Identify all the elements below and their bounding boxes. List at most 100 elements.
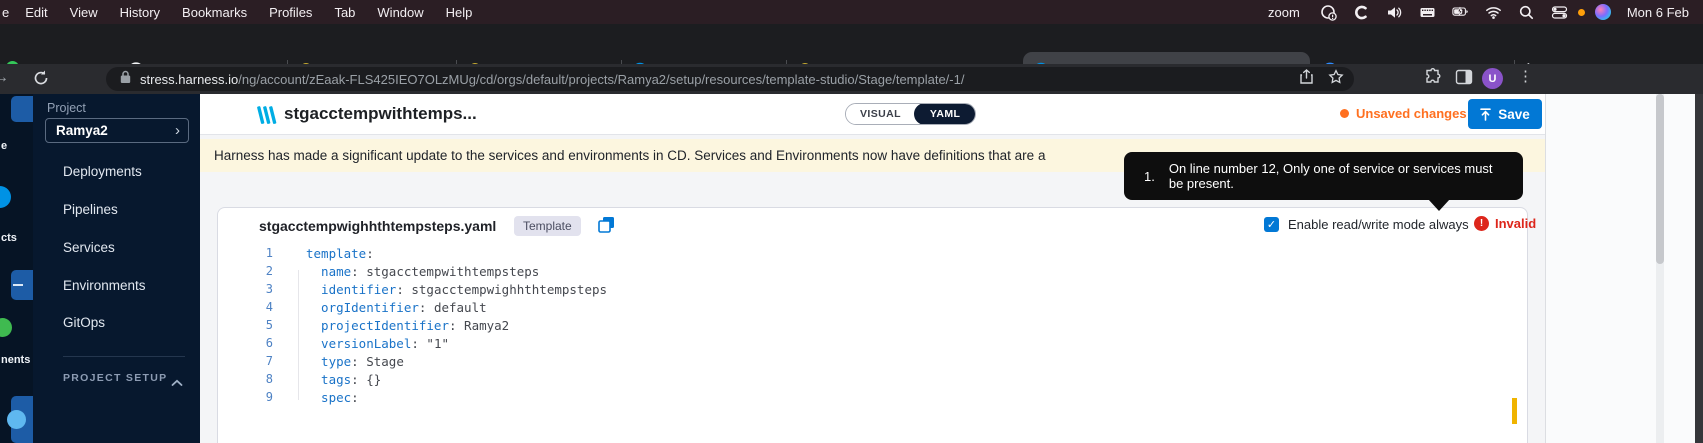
url-domain: stress.harness.io	[140, 72, 238, 87]
project-selector[interactable]: Ramya2 ›	[45, 118, 189, 143]
code-line[interactable]: 6 versionLabel: "1"	[242, 334, 1517, 352]
menubar-clock[interactable]: Mon 6 Feb	[1627, 5, 1689, 20]
template-badge: Template	[514, 216, 581, 236]
readwrite-checkbox[interactable]: ✓	[1264, 217, 1279, 232]
module-tile-selected[interactable]	[11, 270, 33, 300]
yaml-filename: stgacctempwighhthtempsteps.yaml	[259, 218, 496, 234]
bookmark-star-icon[interactable]	[1328, 69, 1344, 90]
yaml-code[interactable]: 1template:2 name: stgacctempwithtempstep…	[242, 244, 1517, 406]
code-line[interactable]: 7 type: Stage	[242, 352, 1517, 370]
macos-menubar: e Edit View History Bookmarks Profiles Tab Wind…	[0, 0, 1703, 24]
sidebar-item-gitops[interactable]: GitOps	[63, 315, 105, 330]
menubar-status-area: zoom Mon 6 Feb	[1268, 0, 1703, 24]
code-text: tags: {}	[306, 372, 381, 387]
tooltip-caret	[1428, 199, 1450, 211]
save-button[interactable]: Save	[1468, 99, 1542, 129]
upload-arrow-icon	[1480, 108, 1491, 121]
background-dark-edge	[1695, 94, 1703, 443]
volume-icon[interactable]	[1386, 4, 1403, 21]
code-line[interactable]: 1template:	[242, 244, 1517, 262]
yaml-editor-card: stgacctempwighhthtempsteps.yaml Template…	[217, 207, 1528, 443]
invalid-label: Invalid	[1495, 216, 1536, 231]
readwrite-label[interactable]: Enable read/write mode always	[1288, 217, 1469, 232]
project-label: Project	[47, 101, 86, 115]
siri-icon[interactable]	[1595, 4, 1611, 20]
lock-icon[interactable]	[120, 70, 131, 89]
project-setup-section[interactable]: PROJECT SETUP	[63, 372, 167, 384]
menubar-item[interactable]: Bookmarks	[182, 5, 247, 20]
menubar-item[interactable]: Edit	[25, 5, 47, 20]
save-label: Save	[1498, 107, 1530, 122]
code-line[interactable]: 9 spec:	[242, 388, 1517, 406]
error-circle-icon: !	[1474, 216, 1489, 231]
extensions-puzzle-icon[interactable]	[1424, 68, 1442, 91]
browser-toolbar: → stress.harness.io/ng/account/zEaak-FLS…	[0, 64, 1703, 94]
forward-arrow-icon[interactable]: →	[0, 69, 9, 87]
overview-ruler-warning	[1512, 398, 1517, 424]
project-name: Ramya2	[56, 123, 175, 138]
invalid-status: ! Invalid	[1474, 216, 1536, 231]
code-line[interactable]: 3 identifier: stgacctempwighhthtempsteps	[242, 280, 1517, 298]
reload-icon[interactable]	[32, 69, 50, 92]
omnibox[interactable]: stress.harness.io/ng/account/zEaak-FLS42…	[106, 67, 1354, 91]
menubar-item[interactable]: Window	[377, 5, 423, 20]
wifi-icon[interactable]	[1485, 4, 1502, 21]
copy-icon[interactable]	[597, 215, 616, 239]
code-line[interactable]: 8 tags: {}	[242, 370, 1517, 388]
recording-indicator-dot	[1578, 9, 1585, 16]
code-text: template:	[306, 246, 374, 261]
keyboard-icon[interactable]	[1419, 4, 1436, 21]
code-line[interactable]: 5 projectIdentifier: Ramya2	[242, 316, 1517, 334]
menubar-item[interactable]: e	[2, 5, 9, 20]
error-index: 1.	[1144, 169, 1155, 184]
sidebar-divider	[63, 356, 185, 357]
project-sidebar: Project Ramya2 › Deployments Pipelines Ser…	[33, 94, 200, 443]
browser-tabstrip: [feat]:[pie-7340]: move co✕CD Daily Stat…	[0, 24, 1703, 64]
module-tile-top[interactable]	[11, 96, 33, 122]
unsaved-changes-indicator: Unsaved changes	[1340, 106, 1467, 121]
share-icon[interactable]	[1299, 69, 1314, 90]
module-label-fragment: e	[1, 140, 7, 152]
cd-module-icon[interactable]	[0, 186, 11, 208]
green-module-icon[interactable]	[0, 318, 12, 337]
spotlight-search-icon[interactable]	[1518, 4, 1535, 21]
sidebar-item-services[interactable]: Services	[63, 240, 115, 255]
menubar-item[interactable]: View	[70, 5, 98, 20]
module-tile-bottom[interactable]	[11, 396, 33, 443]
side-panel-icon[interactable]	[1455, 68, 1473, 91]
code-text: identifier: stgacctempwighhthtempsteps	[306, 282, 607, 297]
toggle-yaml[interactable]: YAML	[914, 103, 976, 125]
template-header: stgacctempwithtemps... VISUAL YAML Unsav…	[200, 94, 1560, 135]
line-number: 8	[242, 372, 273, 386]
visual-yaml-toggle: VISUAL YAML	[845, 103, 976, 125]
line-number: 3	[242, 282, 273, 296]
code-line[interactable]: 2 name: stgacctempwithtempsteps	[242, 262, 1517, 280]
error-message: On line number 12, Only one of service o…	[1169, 161, 1503, 191]
line-number: 2	[242, 264, 273, 278]
battery-icon[interactable]	[1452, 4, 1469, 21]
menubar-app-menus: e Edit View History Bookmarks Profiles Tab Wind…	[0, 5, 494, 20]
menubar-item[interactable]: History	[120, 5, 160, 20]
module-label-fragment: cts	[1, 232, 17, 244]
line-number: 9	[242, 390, 273, 404]
module-label-fragment: nents	[1, 354, 30, 366]
line-number: 6	[242, 336, 273, 350]
sidebar-item-pipelines[interactable]: Pipelines	[63, 202, 118, 217]
toggle-visual[interactable]: VISUAL	[846, 104, 915, 124]
menubar-item[interactable]: Profiles	[269, 5, 312, 20]
hand-status-icon[interactable]	[1320, 4, 1337, 21]
chevron-up-icon[interactable]	[171, 374, 183, 392]
menubar-item[interactable]: Tab	[334, 5, 355, 20]
profile-avatar[interactable]: U	[1482, 68, 1503, 89]
code-line[interactable]: 4 orgIdentifier: default	[242, 298, 1517, 316]
c-shaped-icon[interactable]	[1353, 4, 1370, 21]
browser-menu-icon[interactable]: ⋮	[1518, 67, 1533, 85]
sidebar-item-deployments[interactable]: Deployments	[63, 164, 142, 179]
control-center-icon[interactable]	[1551, 4, 1568, 21]
harness-app: e cts nents Project Ramya2 › Deployments…	[0, 94, 1703, 443]
background-scrollbar-thumb[interactable]	[1656, 94, 1664, 264]
menubar-item[interactable]: Help	[446, 5, 473, 20]
zoom-status-item[interactable]: zoom	[1268, 5, 1300, 20]
code-text: type: Stage	[306, 354, 404, 369]
sidebar-item-environments[interactable]: Environments	[63, 278, 146, 293]
